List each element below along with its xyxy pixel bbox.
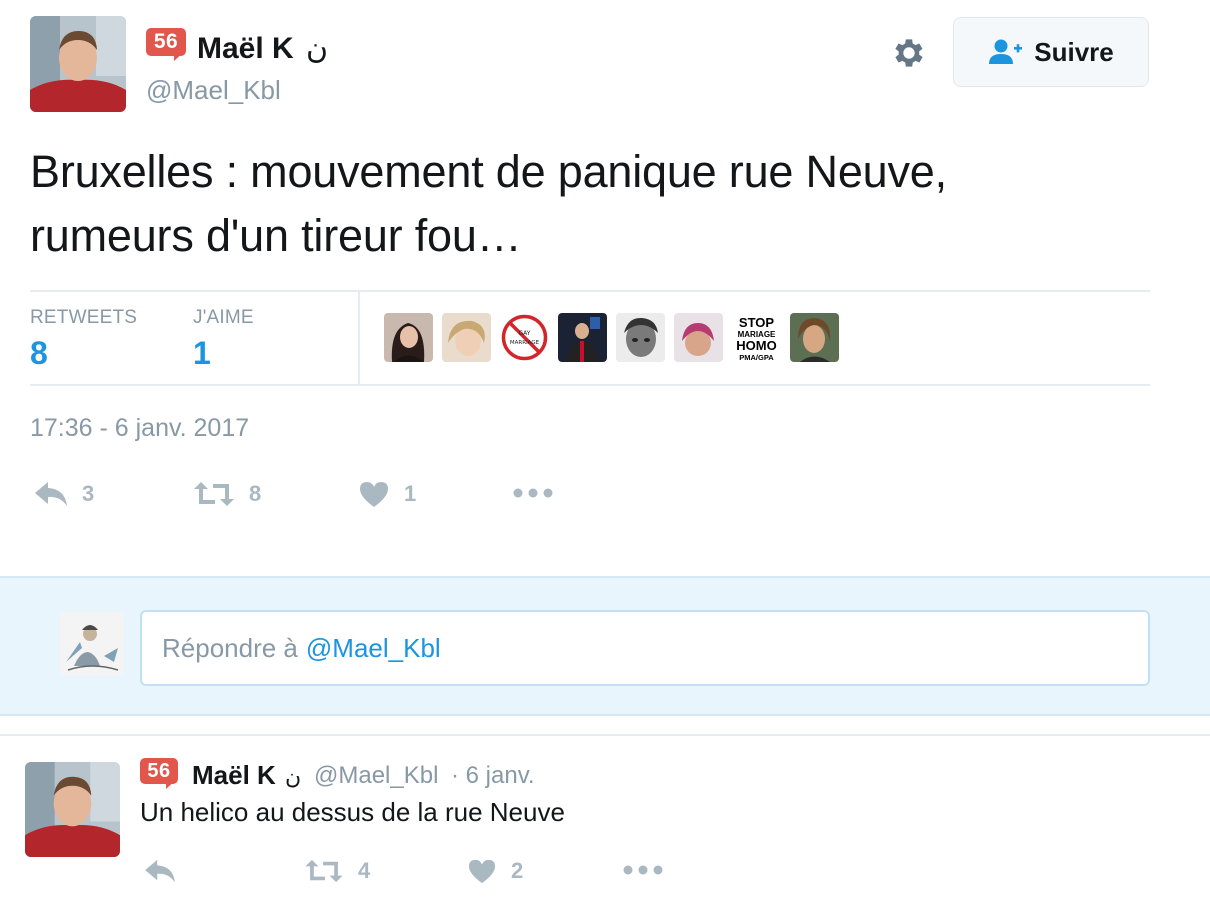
author-name-text[interactable]: Maël K (197, 32, 294, 65)
likes-label[interactable]: J'AIME (193, 307, 254, 329)
reply-count: 3 (82, 481, 95, 506)
reply-divider (0, 734, 1210, 736)
reply-like-count: 2 (511, 858, 524, 883)
liker-avatar-6[interactable] (674, 313, 723, 362)
more-icon (623, 865, 663, 875)
author-symbol: ن (306, 32, 329, 65)
reply-badge-56-icon: 56 (140, 758, 180, 790)
svg-text:STOP: STOP (739, 315, 774, 330)
liker-avatar-5[interactable] (616, 313, 665, 362)
svg-text:MARRIAGE: MARRIAGE (510, 340, 540, 346)
reply-like-action[interactable]: 2 (467, 858, 523, 884)
badge-56-icon: 56 (146, 28, 188, 62)
reply-zone: Répondre à @Mael_Kbl (0, 576, 1210, 716)
like-action[interactable]: 1 (358, 480, 416, 508)
reply-placeholder-handle: @Mael_Kbl (305, 632, 441, 663)
author-avatar[interactable] (30, 16, 126, 112)
reply-placeholder-prefix: Répondre à (162, 632, 298, 663)
retweet-icon (305, 859, 343, 883)
svg-text:GAY: GAY (519, 330, 531, 337)
reply-author-handle[interactable]: @Mael_Kbl (314, 762, 438, 790)
reply-author-symbol: ن (285, 764, 302, 789)
reply-author-name-text[interactable]: Maël K (192, 760, 276, 790)
reply-icon (35, 482, 67, 506)
reply-more-action[interactable] (623, 863, 663, 877)
reply-icon (145, 859, 175, 883)
reply-retweet-action[interactable]: 4 (304, 858, 370, 884)
reply-action[interactable]: 3 (34, 480, 94, 508)
current-user-avatar (60, 612, 124, 676)
heart-icon (469, 859, 495, 884)
retweet-icon (194, 482, 234, 506)
follow-button-label: Suivre (1034, 36, 1114, 67)
liker-avatar-4[interactable] (558, 313, 607, 362)
tweet-text-line-2: rumeurs d'un tireur fou… (30, 210, 522, 261)
more-action[interactable] (513, 486, 553, 500)
tweet-text-line-1: Bruxelles : mouvement de panique rue Neu… (30, 146, 947, 197)
retweets-label[interactable]: RETWEETS (30, 307, 137, 329)
retweet-action[interactable]: 8 (193, 480, 261, 508)
author-handle[interactable]: @Mael_Kbl (146, 75, 281, 106)
author-name[interactable]: Maël K ن (197, 31, 328, 66)
liker-avatar-1[interactable] (384, 313, 433, 362)
stats-vertical-divider (358, 292, 360, 384)
reply-reply-action[interactable] (144, 858, 190, 884)
stats-bottom-divider (30, 384, 1150, 386)
reply-text: Un helico au dessus de la rue Neuve (140, 797, 565, 827)
svg-text:PMA/GPA: PMA/GPA (739, 353, 774, 362)
reply-author-name[interactable]: Maël K ن (192, 760, 301, 791)
liker-avatar-2[interactable] (442, 313, 491, 362)
gear-icon[interactable] (890, 34, 928, 72)
tweet-timestamp[interactable]: 17:36 - 6 janv. 2017 (30, 414, 249, 443)
likes-count[interactable]: 1 (193, 335, 211, 372)
like-count: 1 (404, 481, 417, 506)
reply-retweet-count: 4 (358, 858, 371, 883)
more-icon (513, 488, 553, 498)
retweets-count[interactable]: 8 (30, 335, 48, 372)
reply-input[interactable]: Répondre à @Mael_Kbl (140, 610, 1150, 686)
heart-icon (360, 482, 388, 507)
follow-button[interactable]: Suivre (953, 17, 1149, 87)
stats-top-divider (30, 290, 1150, 292)
reply-date[interactable]: · 6 janv. (451, 762, 535, 790)
tweet-text: Bruxelles : mouvement de panique rue Neu… (30, 140, 1140, 268)
reply-author-avatar[interactable] (25, 762, 120, 857)
liker-avatar-3[interactable]: GAY MARRIAGE (500, 313, 549, 362)
liker-avatar-8[interactable] (790, 313, 839, 362)
retweet-count: 8 (249, 481, 262, 506)
liker-avatar-7[interactable]: STOP MARIAGE HOMO PMA/GPA (732, 313, 781, 362)
add-user-icon (989, 39, 1023, 64)
svg-text:HOMO: HOMO (736, 338, 776, 353)
